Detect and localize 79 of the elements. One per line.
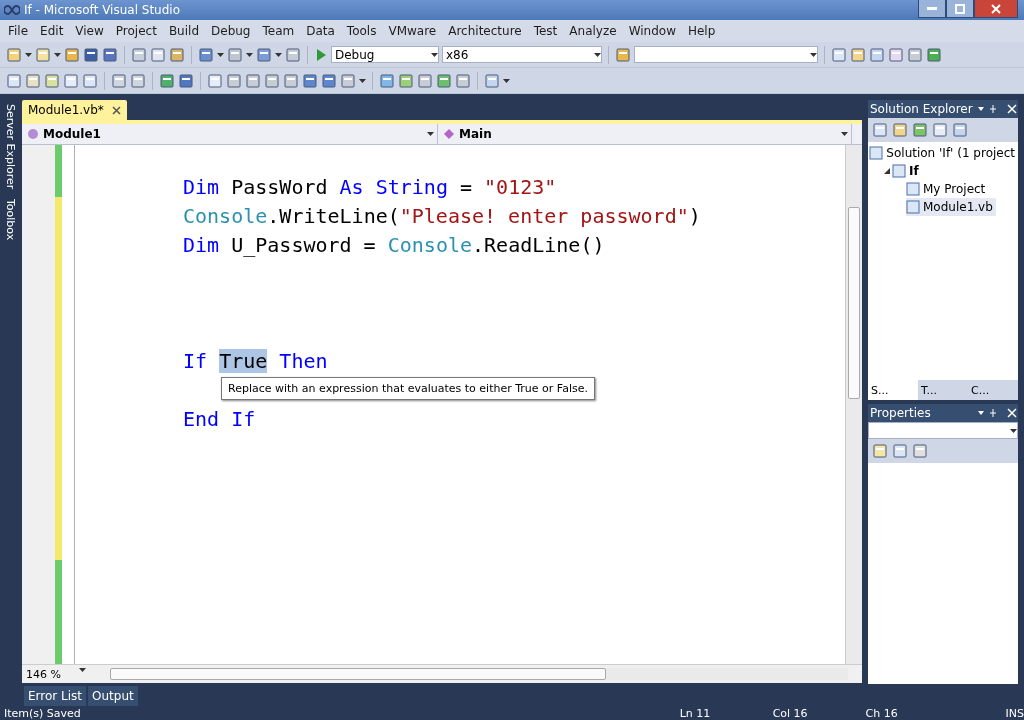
tree-item[interactable]: Module1.vb [906,198,996,216]
tree-item[interactable]: My Project [906,180,989,198]
line-number: Ln 11 [679,706,712,720]
menu-item[interactable]: Architecture [442,24,528,38]
caret-icon [54,52,61,57]
file-icon [906,182,920,196]
method-icon [442,127,456,141]
column-number: Col 16 [772,706,809,720]
code-line: Dim U_Password = Console.ReadLine() [183,233,605,257]
caret-icon [427,132,434,136]
caret-icon [594,52,601,57]
minimize-button[interactable] [918,0,946,18]
member-dropdown[interactable]: Main [438,124,852,144]
char-number: Ch 16 [865,706,899,720]
scrollbar-thumb[interactable] [848,207,860,399]
caret-icon [275,52,282,57]
menu-item[interactable]: Debug [205,24,257,38]
caret-icon [217,52,224,57]
code-line: Console.WriteLine("Please! enter password") [183,204,701,228]
menu-item[interactable]: Project [109,24,163,38]
file-icon [869,146,884,160]
menu-item[interactable]: Window [622,24,682,38]
scrollbar-thumb[interactable] [110,668,607,680]
tree-item[interactable]: If [892,162,922,180]
menu-item[interactable]: Team [256,24,301,38]
panel-title: Solution Explorer [870,102,974,116]
panel-title: Properties [870,406,932,420]
configuration-dropdown[interactable]: Debug [331,46,439,63]
side-tab[interactable]: Toolbox [3,197,17,243]
side-tab[interactable]: Server Explorer [3,102,17,192]
find-dropdown[interactable] [634,46,818,63]
panel-tab[interactable]: C... [968,380,1018,400]
restore-icon [955,3,965,14]
menu-item[interactable]: Data [300,24,341,38]
caret-icon [841,132,848,136]
type-dropdown[interactable]: Module1 [22,124,438,144]
caret-icon [246,52,253,57]
caret-icon [1010,428,1017,433]
restore-button[interactable] [946,0,974,18]
window-title: If - Microsoft Visual Studio [24,3,180,17]
code-line: End If [183,407,256,431]
code-line: Dim PassWord As String = "0123" [183,175,557,199]
caret-icon [79,667,86,672]
tooltip: Replace with an expression that evaluates to either True or False. [221,377,595,400]
tree-item[interactable]: Solution 'If' (1 project [869,144,1018,162]
close-icon[interactable] [111,105,121,115]
menu-item[interactable]: Test [527,24,564,38]
platform-dropdown[interactable]: x86 [442,46,602,63]
code-line: If True Then [183,349,328,373]
caret-icon [503,78,510,83]
zoom-dropdown[interactable]: 146 % [22,667,90,681]
menu-item[interactable]: Tools [340,24,383,38]
play-icon[interactable] [314,47,328,62]
module-icon [26,127,40,141]
close-button[interactable] [974,0,1018,18]
menu-item[interactable]: Edit [34,24,70,38]
insert-mode: INS [1005,706,1024,720]
expand-arrow-icon[interactable] [882,166,892,176]
menu-item[interactable]: File [2,24,35,38]
menu-item[interactable]: Analyze [563,24,623,38]
file-icon [892,164,906,178]
menu-item[interactable]: Build [162,24,205,38]
caret-icon [359,78,366,83]
close-icon [991,3,1001,14]
caret-icon [810,52,817,57]
caret-icon [25,52,32,57]
panel-tab[interactable]: S... [868,380,918,400]
infinity-logo-icon [4,5,20,15]
menu-item[interactable]: VMware [382,24,443,38]
status-message: Item(s) Saved [4,706,82,720]
minimize-icon [927,7,937,10]
panel-tab[interactable]: Output [88,686,138,706]
panel-tab[interactable]: Error List [24,686,87,706]
document-tab[interactable]: Module1.vb* [22,100,127,120]
caret-icon [431,52,438,57]
file-icon [906,200,920,214]
menu-item[interactable]: View [69,24,110,38]
menu-item[interactable]: Help [681,24,722,38]
panel-tab[interactable]: T... [918,380,968,400]
